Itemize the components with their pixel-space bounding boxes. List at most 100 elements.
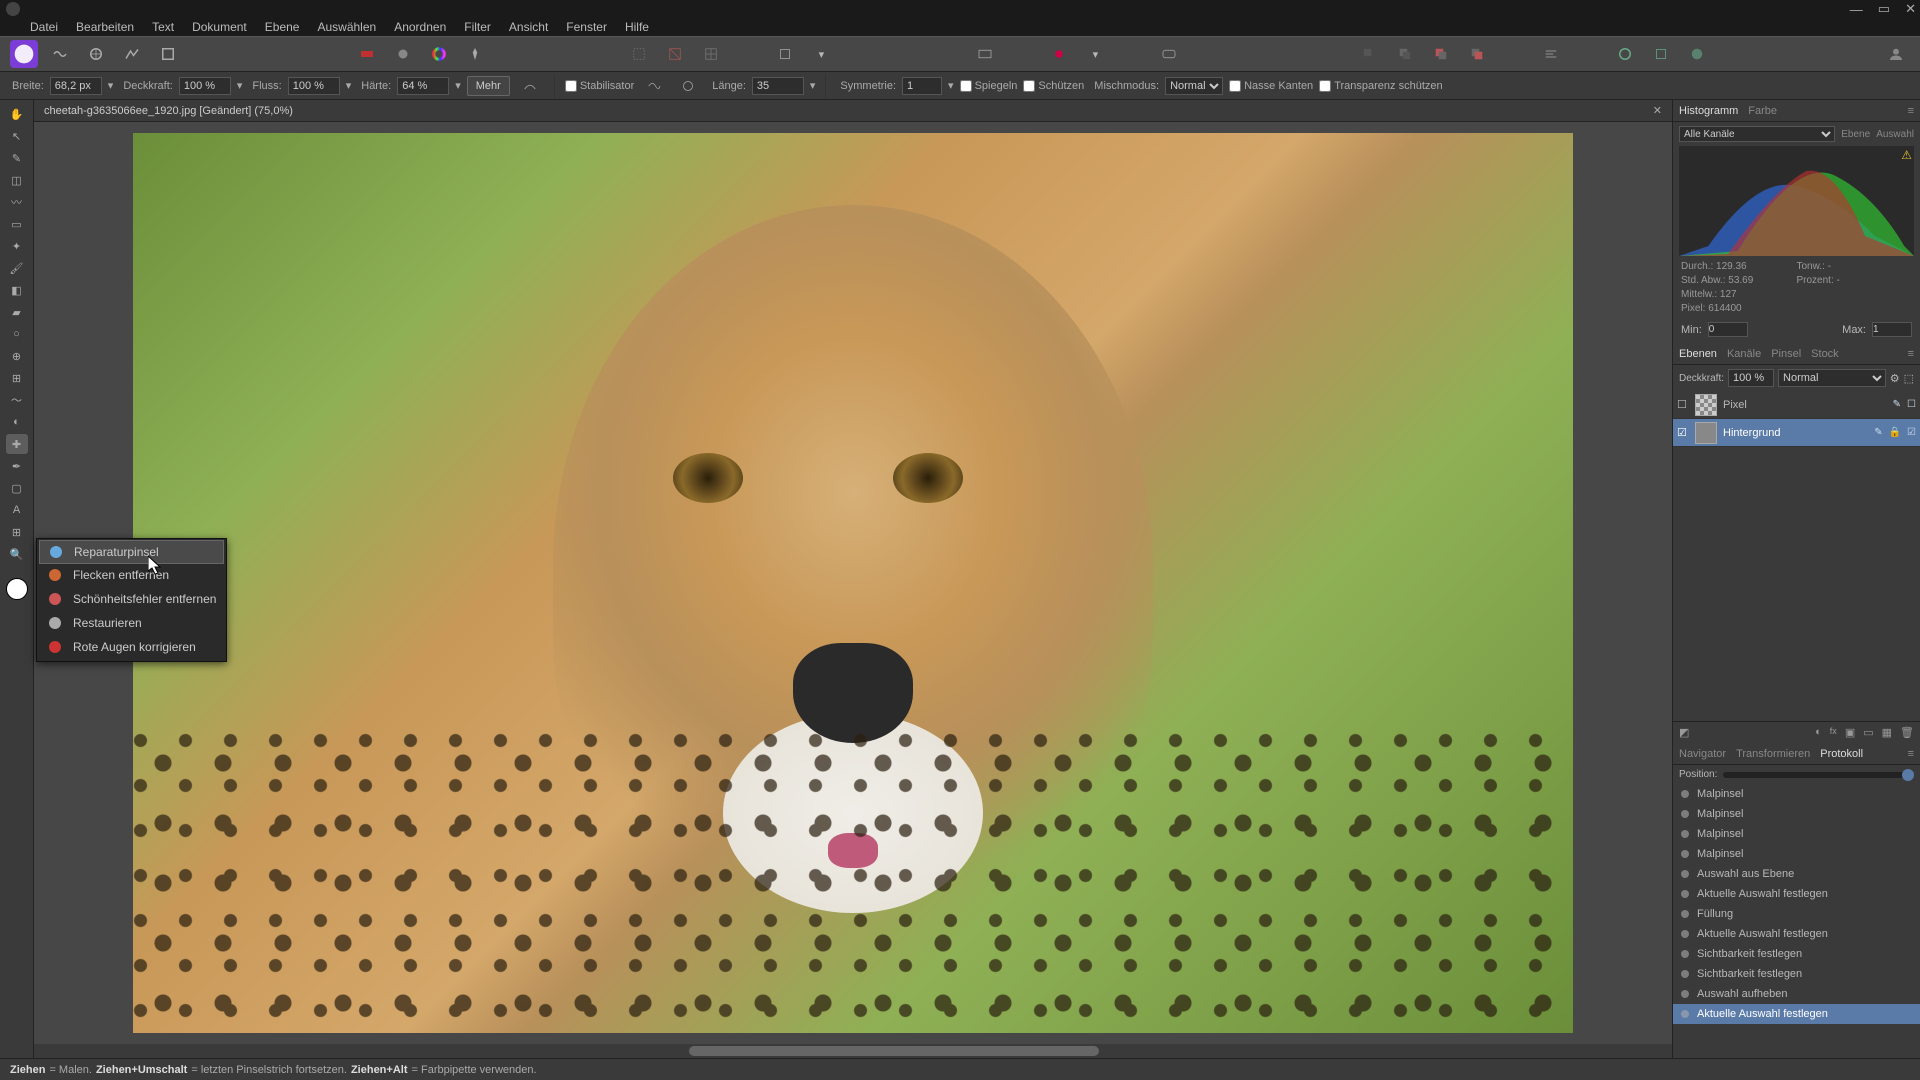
length-input[interactable]	[752, 77, 804, 95]
history-item[interactable]: Malpinsel	[1673, 784, 1920, 804]
flow-input[interactable]	[288, 77, 340, 95]
length-dropdown-icon[interactable]: ▾	[810, 79, 816, 92]
history-item[interactable]: Sichtbarkeit festlegen	[1673, 964, 1920, 984]
history-item[interactable]: Füllung	[1673, 904, 1920, 924]
channel-select[interactable]: Alle Kanäle	[1679, 126, 1835, 142]
grid-on-icon[interactable]	[697, 40, 725, 68]
minimize-button[interactable]: —	[1850, 2, 1863, 17]
arrange-back-icon[interactable]	[1355, 40, 1383, 68]
flyout-inpaint[interactable]: Restaurieren	[37, 611, 226, 635]
menu-fenster[interactable]: Fenster	[566, 20, 607, 34]
maximize-button[interactable]: ▭	[1878, 1, 1890, 17]
menu-dokument[interactable]: Dokument	[192, 20, 247, 34]
crop-tool-icon[interactable]: ◫	[6, 170, 28, 190]
document-tab[interactable]: cheetah-g3635066ee_1920.jpg [Geändert] (…	[34, 100, 1672, 122]
stabilizer-checkbox[interactable]	[565, 80, 577, 92]
width-dropdown-icon[interactable]: ▾	[108, 79, 114, 92]
layer-opacity-input[interactable]	[1728, 369, 1774, 387]
smudge-tool-icon[interactable]: 〜	[6, 390, 28, 410]
color-swatch[interactable]	[6, 578, 28, 600]
upload-icon[interactable]	[1647, 40, 1675, 68]
rectangle-tool-icon[interactable]: ▢	[6, 478, 28, 498]
color-picker-tool-icon[interactable]: ✎	[6, 148, 28, 168]
pressure-icon[interactable]	[516, 72, 544, 100]
layer-blend-select[interactable]: Normal	[1778, 369, 1886, 387]
layer-link-icon[interactable]: ✎	[1893, 399, 1901, 410]
history-item[interactable]: Malpinsel	[1673, 844, 1920, 864]
hardness-input[interactable]	[397, 77, 449, 95]
panel-menu-icon[interactable]: ≡	[1908, 105, 1914, 117]
close-window-button[interactable]: ✕	[1905, 1, 1916, 17]
crop-tool-icon[interactable]	[771, 40, 799, 68]
flood-select-tool-icon[interactable]: ✦	[6, 236, 28, 256]
width-input[interactable]	[50, 77, 102, 95]
text-tool-icon[interactable]: A	[6, 500, 28, 520]
tab-navigator[interactable]: Navigator	[1679, 748, 1726, 760]
panel-menu-icon[interactable]: ≡	[1908, 748, 1914, 760]
selection-brush-tool-icon[interactable]: 〰	[6, 192, 28, 212]
assistant-dropdown-icon[interactable]: ▾	[1081, 40, 1109, 68]
menu-filter[interactable]: Filter	[464, 20, 491, 34]
liquify-persona-icon[interactable]	[46, 40, 74, 68]
account-icon[interactable]	[1882, 40, 1910, 68]
tab-transform[interactable]: Transformieren	[1736, 748, 1810, 760]
zoom-tool-icon[interactable]: 🔍	[6, 544, 28, 564]
layer-settings-icon[interactable]: ⚙	[1890, 372, 1900, 385]
protect-alpha-checkbox[interactable]	[1319, 80, 1331, 92]
flyout-patch[interactable]: Flecken entfernen	[37, 563, 226, 587]
group-icon[interactable]: ▭	[1863, 726, 1873, 739]
develop-persona-icon[interactable]	[82, 40, 110, 68]
fill-tool-icon[interactable]: ▰	[6, 302, 28, 322]
tone-map-persona-icon[interactable]	[118, 40, 146, 68]
rope-mode-icon[interactable]	[640, 72, 668, 100]
delete-layer-icon[interactable]: 🗑	[1900, 726, 1914, 739]
align-icon[interactable]	[1537, 40, 1565, 68]
resize-doc-icon[interactable]	[971, 40, 999, 68]
autocontrast-icon[interactable]	[461, 40, 489, 68]
export-persona-icon[interactable]	[154, 40, 182, 68]
tab-channels[interactable]: Kanäle	[1727, 348, 1761, 360]
history-item[interactable]: Malpinsel	[1673, 824, 1920, 844]
paint-brush-tool-icon[interactable]: 🖌	[6, 258, 28, 278]
more-button[interactable]: Mehr	[467, 76, 510, 96]
horizontal-scrollbar[interactable]	[34, 1044, 1672, 1058]
fx-icon[interactable]: fx	[1830, 726, 1837, 739]
layer-lock-icon[interactable]: ⬚	[1904, 372, 1914, 385]
layer-check-icon[interactable]: ☑	[1907, 427, 1916, 438]
add-layer-icon[interactable]: ▦	[1882, 726, 1892, 739]
grid-none-icon[interactable]	[661, 40, 689, 68]
crop-dropdown-icon[interactable]: ▾	[807, 40, 835, 68]
history-item[interactable]: Auswahl aus Ebene	[1673, 864, 1920, 884]
tab-brushes[interactable]: Pinsel	[1771, 348, 1801, 360]
flyout-redeye[interactable]: Rote Augen korrigieren	[37, 635, 226, 659]
flyout-heal[interactable]: Reparaturpinsel	[39, 540, 224, 564]
flow-dropdown-icon[interactable]: ▾	[346, 79, 352, 92]
layer-check-icon[interactable]: ☐	[1907, 399, 1916, 410]
window-mode-icon[interactable]	[674, 72, 702, 100]
liquify-push-tool-icon[interactable]: ◐	[6, 412, 28, 432]
opacity-input[interactable]	[179, 77, 231, 95]
layer-lock-icon[interactable]: 🔒	[1889, 427, 1901, 438]
mesh-warp-tool-icon[interactable]: ⊞	[6, 522, 28, 542]
symmetry-input[interactable]	[902, 77, 942, 95]
panel-menu-icon[interactable]: ≡	[1908, 348, 1914, 360]
layer-visibility-icon[interactable]: ☐	[1677, 398, 1689, 411]
dodge-tool-icon[interactable]: ○	[6, 324, 28, 344]
menu-hilfe[interactable]: Hilfe	[625, 20, 649, 34]
tab-layers[interactable]: Ebenen	[1679, 348, 1717, 360]
mask-icon[interactable]: ◩	[1679, 726, 1689, 739]
menu-bearbeiten[interactable]: Bearbeiten	[76, 20, 134, 34]
app-menu-icon[interactable]	[6, 2, 20, 16]
grey-swatch-icon[interactable]	[389, 40, 417, 68]
max-input[interactable]	[1872, 322, 1912, 337]
protect-checkbox[interactable]	[1023, 80, 1035, 92]
canvas-viewport[interactable]	[34, 122, 1672, 1044]
stamp-tool-icon[interactable]: ⊞	[6, 368, 28, 388]
clone-tool-icon[interactable]: ⊕	[6, 346, 28, 366]
erase-tool-icon[interactable]: ◧	[6, 280, 28, 300]
history-item[interactable]: Aktuelle Auswahl festlegen	[1673, 924, 1920, 944]
menu-auswählen[interactable]: Auswählen	[317, 20, 376, 34]
arrange-forward-icon[interactable]	[1427, 40, 1455, 68]
history-item[interactable]: Malpinsel	[1673, 804, 1920, 824]
position-slider[interactable]	[1723, 772, 1914, 778]
